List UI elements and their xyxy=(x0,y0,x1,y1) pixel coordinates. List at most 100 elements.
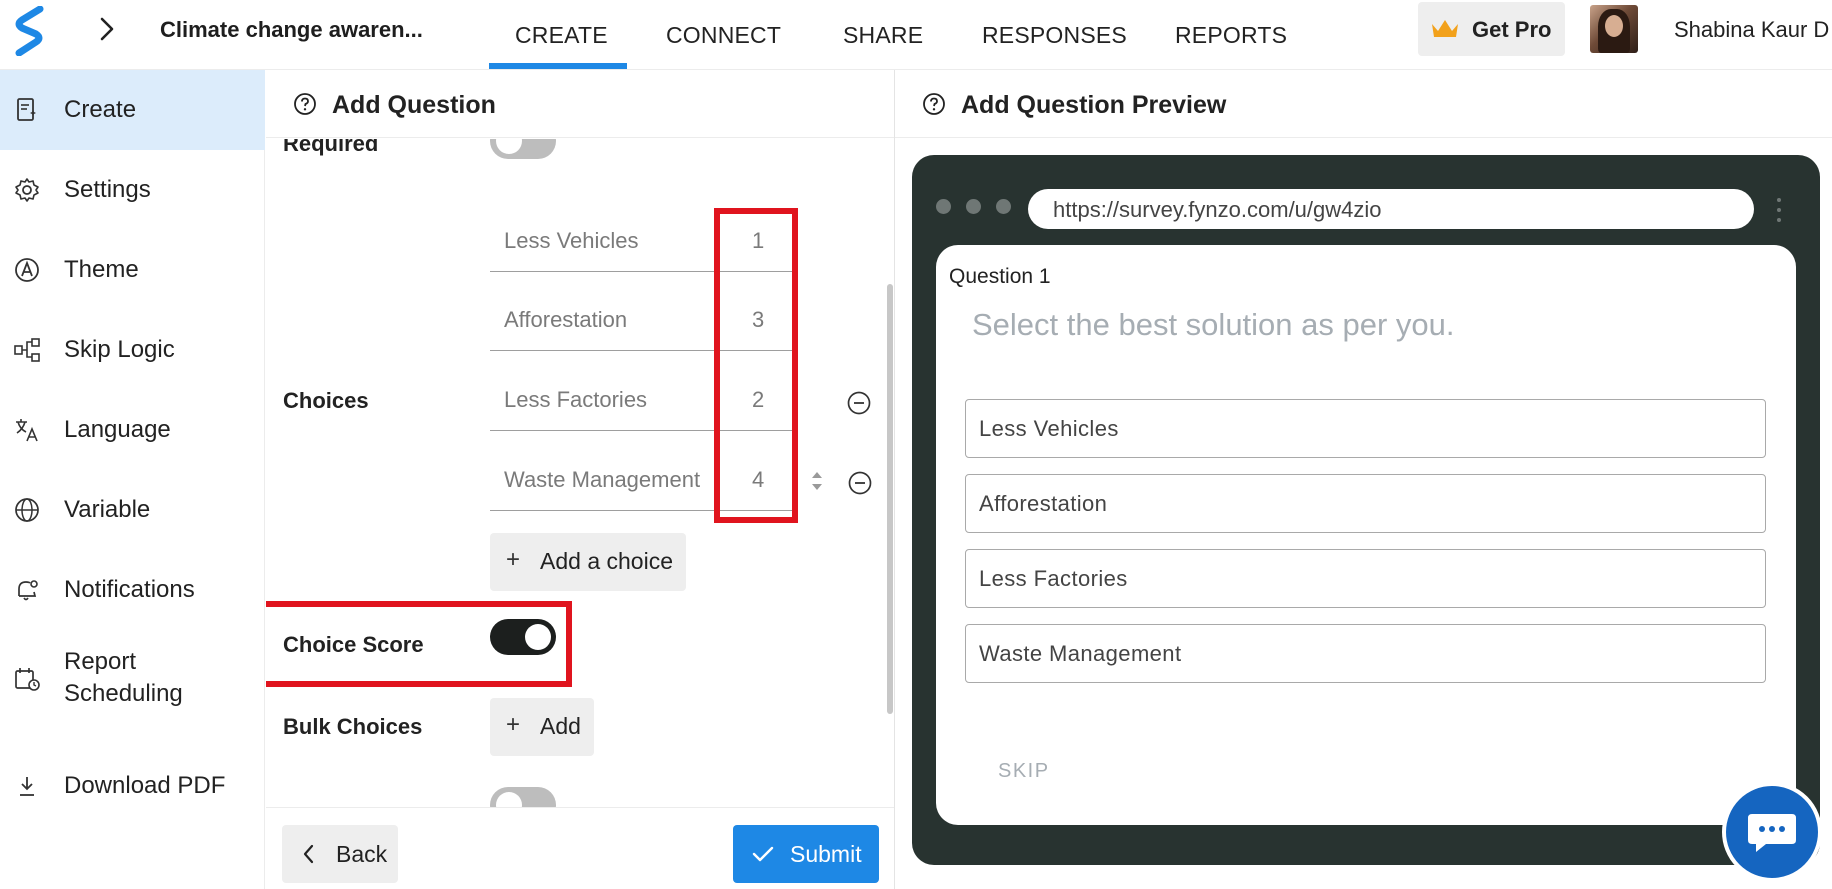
active-tab-indicator xyxy=(489,63,627,69)
skip-button[interactable]: SKIP xyxy=(998,760,1050,783)
preview-url: https://survey.fynzo.com/u/gw4zio xyxy=(1053,197,1382,222)
sidebar-item-label: Settings xyxy=(64,176,151,203)
help-circle-icon[interactable] xyxy=(922,92,946,116)
theme-icon xyxy=(15,258,39,282)
survey-title[interactable]: Climate change awaren... xyxy=(160,17,423,43)
app-logo-icon[interactable] xyxy=(14,6,46,56)
get-pro-label: Get Pro xyxy=(1472,17,1552,42)
skip-logic-icon xyxy=(14,338,40,362)
answer-option-label: Afforestation xyxy=(979,491,1108,516)
tab-responses[interactable]: RESPONSES xyxy=(982,22,1127,49)
download-icon xyxy=(20,777,34,796)
choice-input[interactable]: Less Factories xyxy=(490,375,736,431)
choice-score-label: Choice Score xyxy=(283,632,424,657)
bell-icon xyxy=(18,580,38,601)
check-icon xyxy=(752,846,774,862)
sidebar-item-variable[interactable]: Variable xyxy=(0,470,265,550)
score-highlight-box xyxy=(714,208,798,523)
more-vertical-icon[interactable] xyxy=(1776,195,1782,225)
url-bar[interactable]: https://survey.fynzo.com/u/gw4zio xyxy=(1028,189,1754,229)
sidebar-item-report-scheduling[interactable]: Report Scheduling xyxy=(0,630,265,730)
sidebar-item-label: Skip Logic xyxy=(64,336,175,363)
help-circle-icon[interactable] xyxy=(293,92,317,116)
choice-input[interactable]: Afforestation xyxy=(490,295,736,351)
window-dot xyxy=(966,199,981,214)
answer-option-label: Less Vehicles xyxy=(979,416,1119,441)
panel-divider xyxy=(894,70,895,889)
user-name[interactable]: Shabina Kaur D xyxy=(1674,17,1829,43)
editor-title: Add Question xyxy=(332,91,496,119)
add-choice-button[interactable]: + Add a choice xyxy=(490,533,686,591)
window-dot xyxy=(996,199,1011,214)
remove-choice-icon[interactable] xyxy=(847,470,873,496)
bulk-add-button[interactable]: + Add xyxy=(490,698,594,756)
sidebar-item-label: Notifications xyxy=(64,576,195,603)
bulk-add-label: Add xyxy=(540,713,581,739)
sidebar-item-download-pdf[interactable]: Download PDF xyxy=(0,748,265,828)
editor-footer: Back Submit xyxy=(266,807,894,889)
crown-icon xyxy=(1432,20,1458,37)
choice-score-toggle[interactable] xyxy=(490,619,556,655)
get-pro-button[interactable]: Get Pro xyxy=(1418,2,1565,56)
next-row-toggle[interactable] xyxy=(490,787,556,807)
chat-icon xyxy=(1748,814,1796,852)
sidebar-item-label: Variable xyxy=(64,496,151,523)
sidebar-item-label: Download PDF xyxy=(64,772,226,799)
chevron-right-icon[interactable] xyxy=(96,14,118,44)
sidebar-item-skip-logic[interactable]: Skip Logic xyxy=(0,310,265,390)
answer-option[interactable]: Less Vehicles xyxy=(965,399,1766,458)
answer-option[interactable]: Afforestation xyxy=(965,474,1766,533)
globe-icon xyxy=(15,498,39,522)
question-text: Select the best solution as per you. xyxy=(972,307,1455,342)
sidebar-item-label: Report Scheduling xyxy=(64,648,183,707)
gear-icon xyxy=(15,178,39,202)
create-form-icon xyxy=(17,98,36,121)
sidebar-item-label: Theme xyxy=(64,256,139,283)
top-bar: Climate change awaren... CREATE CONNECT … xyxy=(0,0,1832,70)
sidebar-item-settings[interactable]: Settings xyxy=(0,150,265,230)
sidebar-item-notifications[interactable]: Notifications xyxy=(0,550,265,630)
sidebar-item-label: Create xyxy=(64,96,137,123)
sidebar-item-theme[interactable]: Theme xyxy=(0,230,265,310)
remove-choice-icon[interactable] xyxy=(846,390,872,416)
choice-input[interactable]: Waste Management xyxy=(490,455,736,511)
back-button[interactable]: Back xyxy=(282,825,398,883)
chat-support-button[interactable] xyxy=(1722,782,1822,882)
chevron-left-icon xyxy=(303,844,314,864)
sidebar-item-language[interactable]: Language xyxy=(0,390,265,470)
preview-header: Add Question Preview xyxy=(895,70,1832,138)
choice-input[interactable]: Less Vehicles xyxy=(490,216,736,272)
required-label: Required xyxy=(283,139,379,156)
sidebar-item-label: Language xyxy=(64,416,171,443)
back-label: Back xyxy=(336,841,388,867)
tab-connect[interactable]: CONNECT xyxy=(666,22,781,49)
window-dot xyxy=(936,199,951,214)
survey-preview-card: Question 1 Select the best solution as p… xyxy=(936,245,1796,825)
answer-option[interactable]: Waste Management xyxy=(965,624,1766,683)
tab-share[interactable]: SHARE xyxy=(843,22,923,49)
submit-label: Submit xyxy=(790,841,862,867)
plus-icon: + xyxy=(506,546,521,573)
answer-option-label: Waste Management xyxy=(979,641,1182,666)
preview-title: Add Question Preview xyxy=(961,91,1227,119)
number-spinner-icon[interactable] xyxy=(810,469,824,493)
browser-preview-frame: https://survey.fynzo.com/u/gw4zio Questi… xyxy=(912,155,1820,865)
submit-button[interactable]: Submit xyxy=(733,825,879,883)
question-number: Question 1 xyxy=(949,265,1051,288)
add-choice-label: Add a choice xyxy=(540,548,673,574)
left-sidebar: Create Settings Theme Skip Logic Languag… xyxy=(0,70,265,889)
editor-scrollbar[interactable] xyxy=(886,139,894,807)
plus-icon: + xyxy=(506,711,521,738)
user-avatar[interactable] xyxy=(1590,5,1638,53)
answer-option[interactable]: Less Factories xyxy=(965,549,1766,608)
tab-create[interactable]: CREATE xyxy=(515,22,608,49)
editor-header: Add Question xyxy=(266,70,894,138)
answer-option-label: Less Factories xyxy=(979,566,1128,591)
tab-reports[interactable]: REPORTS xyxy=(1175,22,1287,49)
translate-icon xyxy=(16,419,38,442)
required-toggle[interactable] xyxy=(490,139,556,159)
editor-form: Required Choices Less Vehicles 1 Affores… xyxy=(266,139,894,807)
calendar-clock-icon xyxy=(15,668,40,691)
sidebar-item-create[interactable]: Create xyxy=(0,70,265,150)
choices-label: Choices xyxy=(283,388,369,413)
